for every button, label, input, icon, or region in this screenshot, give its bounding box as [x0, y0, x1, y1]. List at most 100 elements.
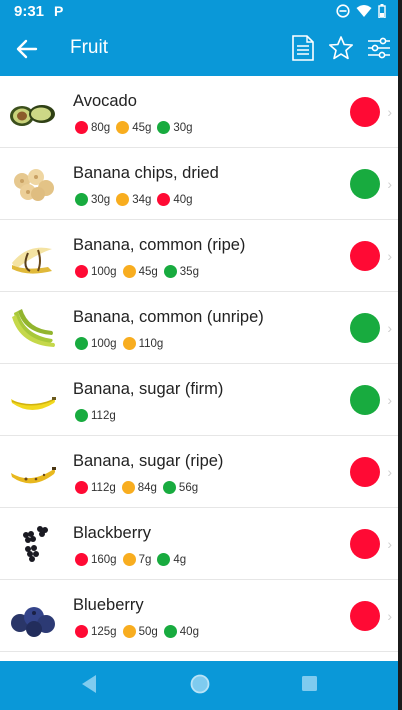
back-arrow-icon[interactable] — [14, 36, 40, 62]
portion-value: 112g — [75, 409, 116, 422]
portion-text: 7g — [138, 553, 152, 566]
sliders-icon — [368, 37, 390, 59]
green-dot-icon — [163, 265, 177, 278]
portion-text: 80g — [91, 121, 111, 134]
red-dot-icon — [75, 481, 88, 494]
rating-indicator — [350, 529, 380, 559]
portion-text: 40g — [173, 193, 193, 206]
portion-text: 100g — [91, 265, 117, 278]
wifi-icon — [356, 5, 372, 17]
rating-indicator — [350, 313, 380, 343]
green-dot-icon — [162, 481, 176, 494]
list-item[interactable]: Blueberry 125g 50g 40g › — [0, 580, 398, 652]
chevron-right-icon: › — [387, 608, 392, 624]
rating-indicator — [350, 169, 380, 199]
portion-value: 4g — [157, 553, 186, 566]
portion-value: 56g — [162, 481, 198, 494]
chevron-right-icon: › — [387, 248, 392, 264]
fruit-name: Banana, sugar (ripe) — [73, 452, 224, 470]
portion-text: 40g — [179, 625, 199, 638]
star-icon — [329, 36, 353, 60]
green-dot-icon — [75, 193, 88, 206]
portion-value: 34g — [116, 193, 151, 206]
list-item[interactable]: Banana, sugar (firm) 112g › — [0, 364, 398, 436]
list-item[interactable]: Banana chips, dried 30g 34g 40g › — [0, 148, 398, 220]
portion-text: 110g — [138, 337, 164, 350]
portion-text: 50g — [138, 625, 158, 638]
page-title: Fruit — [70, 37, 108, 58]
portion-value: 40g — [163, 625, 199, 638]
portion-value: 100g — [75, 337, 117, 350]
list-item[interactable]: Banana, common (unripe) 100g 110g › — [0, 292, 398, 364]
fruit-name: Banana, common (ripe) — [73, 236, 246, 254]
portion-text: 30g — [91, 193, 111, 206]
portion-values: 112g — [75, 409, 116, 422]
fruit-image — [8, 161, 58, 207]
fruit-image — [8, 521, 58, 567]
fruit-list: Avocado 80g 45g 30g › Banana chips, dried 30g 3… — [0, 76, 398, 661]
portion-values: 30g 34g 40g — [75, 193, 193, 206]
favorites-button[interactable] — [328, 34, 354, 62]
portion-text: 4g — [173, 553, 187, 566]
portion-text: 84g — [137, 481, 157, 494]
list-item[interactable]: Blackberry 160g 7g 4g › — [0, 508, 398, 580]
portion-values: 125g 50g 40g — [75, 625, 199, 638]
chevron-right-icon: › — [387, 320, 392, 336]
portion-value: 84g — [121, 481, 157, 494]
portion-values: 160g 7g 4g — [75, 553, 186, 566]
nav-recents-icon[interactable] — [301, 673, 319, 695]
amber-dot-icon — [116, 121, 130, 134]
rating-indicator — [350, 241, 380, 271]
portion-text: 35g — [179, 265, 199, 278]
system-nav-bar — [0, 661, 398, 710]
chevron-right-icon: › — [387, 536, 392, 552]
fruit-image — [8, 593, 58, 639]
portion-value: 40g — [157, 193, 193, 206]
chevron-right-icon: › — [387, 104, 392, 120]
list-item[interactable]: Banana, common (ripe) 100g 45g 35g › — [0, 220, 398, 292]
portion-value: 30g — [157, 121, 193, 134]
portion-value: 35g — [163, 265, 199, 278]
fruit-name: Banana, sugar (firm) — [73, 380, 224, 398]
green-dot-icon — [163, 625, 177, 638]
list-item[interactable]: Banana, sugar (ripe) 112g 84g 56g › — [0, 436, 398, 508]
amber-dot-icon — [122, 625, 136, 638]
fruit-image — [8, 305, 58, 351]
portion-text: 45g — [138, 265, 158, 278]
fruit-image — [8, 449, 58, 495]
amber-dot-icon — [116, 193, 130, 206]
portion-values: 100g 45g 35g — [75, 265, 199, 278]
red-dot-icon — [75, 553, 88, 566]
portion-value: 45g — [122, 265, 158, 278]
portion-value: 112g — [75, 481, 116, 494]
green-dot-icon — [75, 409, 88, 422]
chevron-right-icon: › — [387, 464, 392, 480]
green-dot-icon — [75, 337, 88, 350]
battery-icon — [378, 4, 386, 18]
app-bar: Fruit — [0, 22, 398, 76]
portion-text: 100g — [91, 337, 117, 350]
chevron-right-icon: › — [387, 176, 392, 192]
rating-indicator — [350, 601, 380, 631]
red-dot-icon — [75, 625, 88, 638]
rating-indicator — [350, 385, 380, 415]
fruit-name: Banana, common (unripe) — [73, 308, 264, 326]
nav-home-icon[interactable] — [189, 673, 211, 695]
red-dot-icon — [75, 121, 88, 134]
document-icon — [292, 35, 314, 61]
list-item[interactable]: Avocado 80g 45g 30g › — [0, 76, 398, 148]
amber-dot-icon — [122, 553, 136, 566]
nav-back-icon[interactable] — [79, 673, 99, 695]
portion-text: 125g — [91, 625, 117, 638]
amber-dot-icon — [121, 481, 135, 494]
portion-text: 45g — [132, 121, 152, 134]
portion-value: 160g — [75, 553, 117, 566]
red-dot-icon — [157, 193, 171, 206]
list-view-button[interactable] — [290, 34, 316, 62]
fruit-name: Blueberry — [73, 596, 144, 614]
portion-values: 100g 110g — [75, 337, 163, 350]
phone-screen: 9:31 P Fruit Avocado 80g 45g 30g › Banana chi… — [0, 0, 398, 710]
filter-button[interactable] — [366, 34, 392, 62]
portion-value: 100g — [75, 265, 117, 278]
portion-text: 30g — [173, 121, 193, 134]
